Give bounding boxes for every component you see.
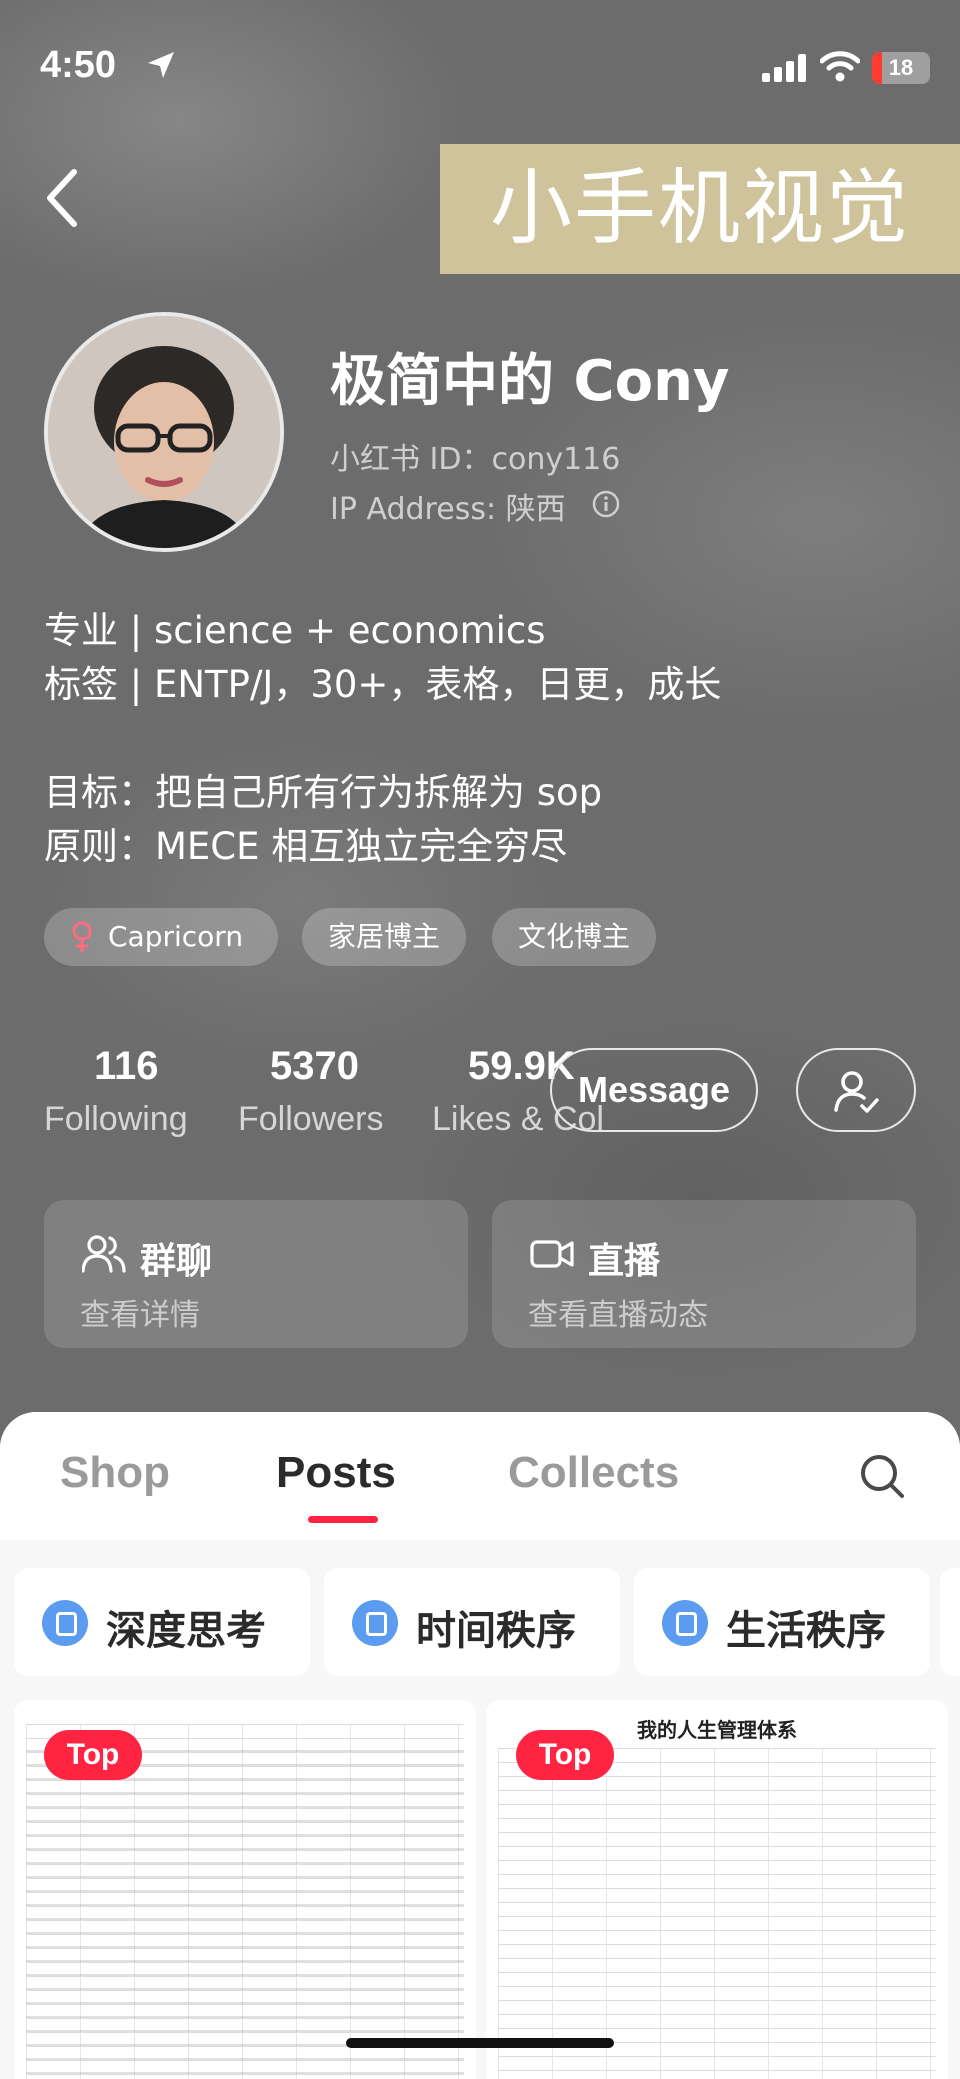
following-status-button[interactable] xyxy=(796,1048,916,1132)
live-title: 直播 xyxy=(588,1241,661,1282)
info-icon[interactable] xyxy=(592,490,620,518)
followers-count[interactable]: 5370 xyxy=(270,1044,359,1089)
bio-line: 原则：MECE 相互独立完全穷尽 xyxy=(44,825,568,868)
tag-label: Capricorn xyxy=(108,920,244,953)
collection-icon xyxy=(662,1600,708,1646)
post-card[interactable]: Top xyxy=(14,1700,476,2079)
tag-culture-blogger[interactable]: 文化博主 xyxy=(492,908,657,966)
battery-indicator: 18 xyxy=(872,52,930,84)
bio-line: 专业 | science + economics xyxy=(44,609,546,652)
active-tab-indicator xyxy=(308,1516,378,1523)
tab-posts[interactable]: Posts xyxy=(276,1448,396,1498)
collection-deep-thinking[interactable]: 深度思考 xyxy=(14,1568,310,1676)
following-count[interactable]: 116 xyxy=(94,1044,159,1089)
location-arrow-icon xyxy=(148,52,174,78)
avatar[interactable] xyxy=(44,312,284,552)
following-label[interactable]: Following xyxy=(44,1100,188,1139)
ip-address: IP Address: 陕西 xyxy=(330,492,566,527)
tag-label: 文化博主 xyxy=(518,920,631,953)
tag-label: 家居博主 xyxy=(328,920,441,953)
group-chat-card[interactable]: 群聊 查看详情 xyxy=(44,1200,468,1348)
live-subtitle: 查看直播动态 xyxy=(528,1298,708,1333)
tab-shop[interactable]: Shop xyxy=(60,1448,170,1498)
back-chevron-icon[interactable] xyxy=(40,166,88,230)
battery-percent: 18 xyxy=(888,55,914,80)
collection-label: 深度思考 xyxy=(106,1608,266,1654)
watermark-overlay: 小手机视觉 xyxy=(440,144,960,274)
tag-home-blogger[interactable]: 家居博主 xyxy=(302,908,467,966)
content-sheet: Shop Posts Collects 深度思考 时间秩序 生活秩序 Top 我… xyxy=(0,1412,960,2079)
collection-life-order[interactable]: 生活秩序 xyxy=(634,1568,930,1676)
group-icon xyxy=(82,1235,126,1273)
home-indicator xyxy=(346,2038,614,2048)
group-chat-title: 群聊 xyxy=(140,1241,213,1282)
post-card[interactable]: 我的人生管理体系 Top xyxy=(486,1700,948,2079)
pinned-top-badge: Top xyxy=(44,1730,142,1780)
bio-line: 目标：把自己所有行为拆解为 sop xyxy=(44,771,603,814)
post-thumbnail-table xyxy=(498,1748,936,2079)
collection-chip-partial[interactable] xyxy=(940,1568,960,1676)
pinned-top-badge: Top xyxy=(516,1730,614,1780)
wifi-icon xyxy=(820,51,860,82)
cell-signal-icon xyxy=(762,54,806,82)
message-button[interactable]: Message xyxy=(550,1048,758,1132)
bio-line: 标签 | ENTP/J，30+，表格，日更，成长 xyxy=(44,663,722,706)
collection-icon xyxy=(42,1600,88,1646)
collection-label: 生活秩序 xyxy=(726,1608,886,1654)
red-id: 小红书 ID：cony116 xyxy=(330,442,621,477)
profile-tabs: Shop Posts Collects xyxy=(0,1412,960,1540)
status-time: 4:50 xyxy=(40,44,117,86)
video-camera-icon xyxy=(530,1240,574,1268)
followers-label[interactable]: Followers xyxy=(238,1100,383,1139)
live-card[interactable]: 直播 查看直播动态 xyxy=(492,1200,916,1348)
tag-zodiac[interactable]: Capricorn xyxy=(44,908,278,966)
search-icon[interactable] xyxy=(858,1452,906,1500)
collection-icon xyxy=(352,1600,398,1646)
female-icon xyxy=(72,921,92,952)
collection-label: 时间秩序 xyxy=(416,1608,576,1654)
collection-time-order[interactable]: 时间秩序 xyxy=(324,1568,620,1676)
group-chat-subtitle: 查看详情 xyxy=(80,1298,200,1333)
user-check-icon xyxy=(834,1071,879,1113)
profile-nickname: 极简中的 Cony xyxy=(330,349,730,414)
avatar-portrait-image xyxy=(48,316,280,548)
tab-collects[interactable]: Collects xyxy=(508,1448,679,1498)
